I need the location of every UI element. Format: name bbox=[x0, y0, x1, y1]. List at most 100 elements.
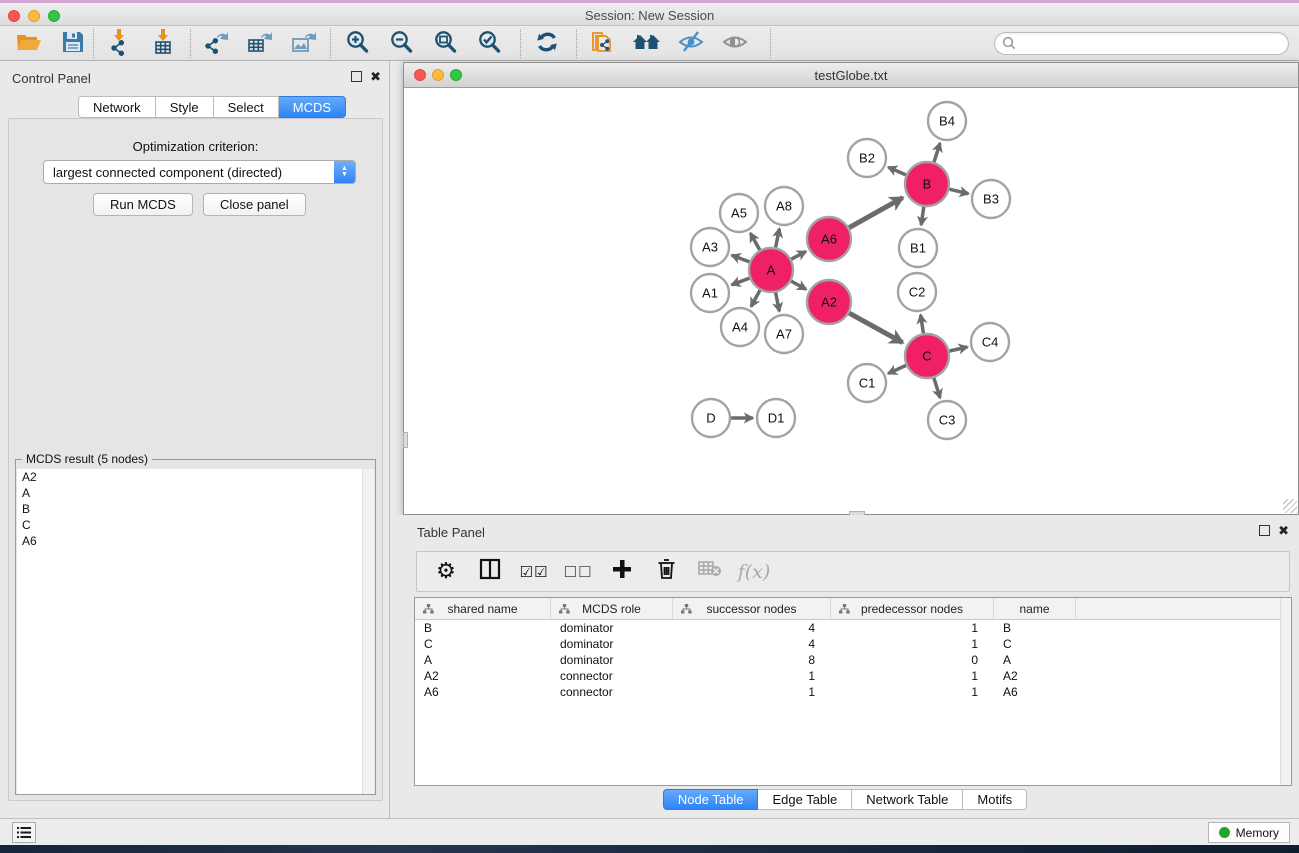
tab-style[interactable]: Style bbox=[156, 96, 214, 118]
column-header-MCDS-role[interactable]: MCDS role bbox=[551, 598, 673, 619]
graph-node-B2[interactable]: B2 bbox=[848, 139, 886, 177]
table-cell[interactable]: 1 bbox=[831, 684, 994, 700]
table-cell[interactable]: 1 bbox=[831, 620, 994, 636]
export-table-button[interactable] bbox=[244, 29, 278, 59]
graph-node-A[interactable]: A bbox=[749, 248, 793, 292]
table-cell[interactable]: dominator bbox=[551, 636, 673, 652]
table-cell[interactable]: 4 bbox=[673, 620, 831, 636]
table-cell[interactable]: C bbox=[415, 636, 551, 652]
delete-column-button[interactable] bbox=[651, 557, 681, 587]
control-panel-close-icon[interactable]: ✖ bbox=[370, 71, 381, 82]
graph-node-C3[interactable]: C3 bbox=[928, 401, 966, 439]
table-cell[interactable]: C bbox=[994, 636, 1076, 652]
table-row[interactable]: Cdominator41C bbox=[415, 636, 1291, 652]
tab-select[interactable]: Select bbox=[214, 96, 279, 118]
table-cell[interactable]: 1 bbox=[673, 684, 831, 700]
table-cell[interactable]: 1 bbox=[831, 636, 994, 652]
import-network-button[interactable] bbox=[103, 29, 137, 59]
graph-edge-B-B4[interactable] bbox=[934, 143, 940, 162]
graph-edge-A2-C[interactable] bbox=[849, 313, 902, 342]
table-panel-close-icon[interactable]: ✖ bbox=[1278, 525, 1289, 536]
graph-node-A4[interactable]: A4 bbox=[721, 308, 759, 346]
table-cell[interactable]: dominator bbox=[551, 652, 673, 668]
graph-edge-B-B2[interactable] bbox=[888, 167, 906, 175]
table-cell[interactable]: A bbox=[994, 652, 1076, 668]
table-cell[interactable]: connector bbox=[551, 668, 673, 684]
tab-edge-table[interactable]: Edge Table bbox=[758, 789, 852, 810]
table-row[interactable]: Adominator80A bbox=[415, 652, 1291, 668]
graph-node-C[interactable]: C bbox=[905, 334, 949, 378]
graph-node-A6[interactable]: A6 bbox=[807, 217, 851, 261]
graph-node-A1[interactable]: A1 bbox=[691, 274, 729, 312]
import-table-button[interactable] bbox=[147, 29, 181, 59]
tab-network[interactable]: Network bbox=[78, 96, 156, 118]
mcds-result-item[interactable]: B bbox=[17, 501, 363, 517]
table-row[interactable]: Bdominator41B bbox=[415, 620, 1291, 636]
control-panel-float-button[interactable] bbox=[351, 71, 362, 82]
window-resize-grip[interactable] bbox=[1283, 499, 1297, 513]
graph-node-D[interactable]: D bbox=[692, 399, 730, 437]
table-scrollbar[interactable] bbox=[1280, 598, 1291, 785]
graph-node-A2[interactable]: A2 bbox=[807, 280, 851, 324]
graph-node-A3[interactable]: A3 bbox=[691, 228, 729, 266]
graph-edge-A-A8[interactable] bbox=[776, 229, 780, 248]
table-cell[interactable]: B bbox=[994, 620, 1076, 636]
mcds-result-item[interactable]: A bbox=[17, 485, 363, 501]
tab-node-table[interactable]: Node Table bbox=[663, 789, 759, 810]
tab-motifs[interactable]: Motifs bbox=[963, 789, 1027, 810]
columns-button[interactable] bbox=[475, 557, 505, 587]
left-splitter-handle[interactable] bbox=[403, 432, 408, 448]
task-history-button[interactable] bbox=[12, 822, 36, 843]
refresh-button[interactable] bbox=[530, 29, 564, 59]
delete-table-button[interactable] bbox=[695, 557, 725, 587]
zoom-in-button[interactable] bbox=[340, 29, 374, 59]
graph-node-A8[interactable]: A8 bbox=[765, 187, 803, 225]
graph-edge-A-A4[interactable] bbox=[751, 290, 760, 306]
column-header-shared-name[interactable]: shared name bbox=[415, 598, 551, 619]
table-row[interactable]: A2connector11A2 bbox=[415, 668, 1291, 684]
graph-node-B[interactable]: B bbox=[905, 162, 949, 206]
save-session-button[interactable] bbox=[56, 29, 90, 59]
column-header-name[interactable]: name bbox=[994, 598, 1076, 619]
memory-button[interactable]: Memory bbox=[1208, 822, 1290, 843]
graph-edge-C-C3[interactable] bbox=[934, 378, 940, 398]
graph-edge-A6-B[interactable] bbox=[849, 198, 903, 228]
close-panel-button[interactable]: Close panel bbox=[203, 193, 306, 216]
mcds-result-item[interactable]: A2 bbox=[17, 469, 363, 485]
graph-node-D1[interactable]: D1 bbox=[757, 399, 795, 437]
graph-edge-B-B3[interactable] bbox=[949, 189, 968, 194]
table-cell[interactable]: A6 bbox=[994, 684, 1076, 700]
table-cell[interactable]: 0 bbox=[831, 652, 994, 668]
table-cell[interactable]: connector bbox=[551, 684, 673, 700]
select-all-button[interactable]: ☑☑ bbox=[519, 557, 549, 587]
table-cell[interactable]: A6 bbox=[415, 684, 551, 700]
graph-edge-A-A3[interactable] bbox=[732, 255, 750, 262]
graph-edge-A-A2[interactable] bbox=[791, 281, 806, 289]
table-cell[interactable]: 1 bbox=[831, 668, 994, 684]
export-network-button[interactable] bbox=[200, 29, 234, 59]
table-cell[interactable]: 1 bbox=[673, 668, 831, 684]
graph-edge-C-C4[interactable] bbox=[950, 347, 968, 351]
graph-edge-A-A5[interactable] bbox=[750, 233, 759, 250]
mcds-result-item[interactable]: A6 bbox=[17, 533, 363, 549]
network-canvas[interactable]: A5A8A3A1A4A7AA6A2B2B4BB3B1C2CC4C1C3DD1 bbox=[404, 89, 1298, 514]
gear-button[interactable]: ⚙ bbox=[431, 557, 461, 587]
graph-node-C2[interactable]: C2 bbox=[898, 273, 936, 311]
graph-edge-A-A1[interactable] bbox=[732, 278, 750, 285]
table-cell[interactable]: B bbox=[415, 620, 551, 636]
tab-network-table[interactable]: Network Table bbox=[852, 789, 963, 810]
table-cell[interactable]: 4 bbox=[673, 636, 831, 652]
graph-node-C4[interactable]: C4 bbox=[971, 323, 1009, 361]
show-hidden-button[interactable] bbox=[718, 29, 752, 59]
graph-edge-A-A6[interactable] bbox=[791, 251, 806, 259]
table-cell[interactable]: A bbox=[415, 652, 551, 668]
search-input[interactable] bbox=[994, 32, 1289, 55]
graph-node-B4[interactable]: B4 bbox=[928, 102, 966, 140]
table-cell[interactable]: A2 bbox=[415, 668, 551, 684]
graph-edge-A-A7[interactable] bbox=[776, 293, 780, 312]
table-panel-float-button[interactable] bbox=[1259, 525, 1270, 536]
table-cell[interactable]: A2 bbox=[994, 668, 1076, 684]
zoom-out-button[interactable] bbox=[384, 29, 418, 59]
tab-mcds[interactable]: MCDS bbox=[279, 96, 346, 118]
column-header-predecessor-nodes[interactable]: predecessor nodes bbox=[831, 598, 994, 619]
